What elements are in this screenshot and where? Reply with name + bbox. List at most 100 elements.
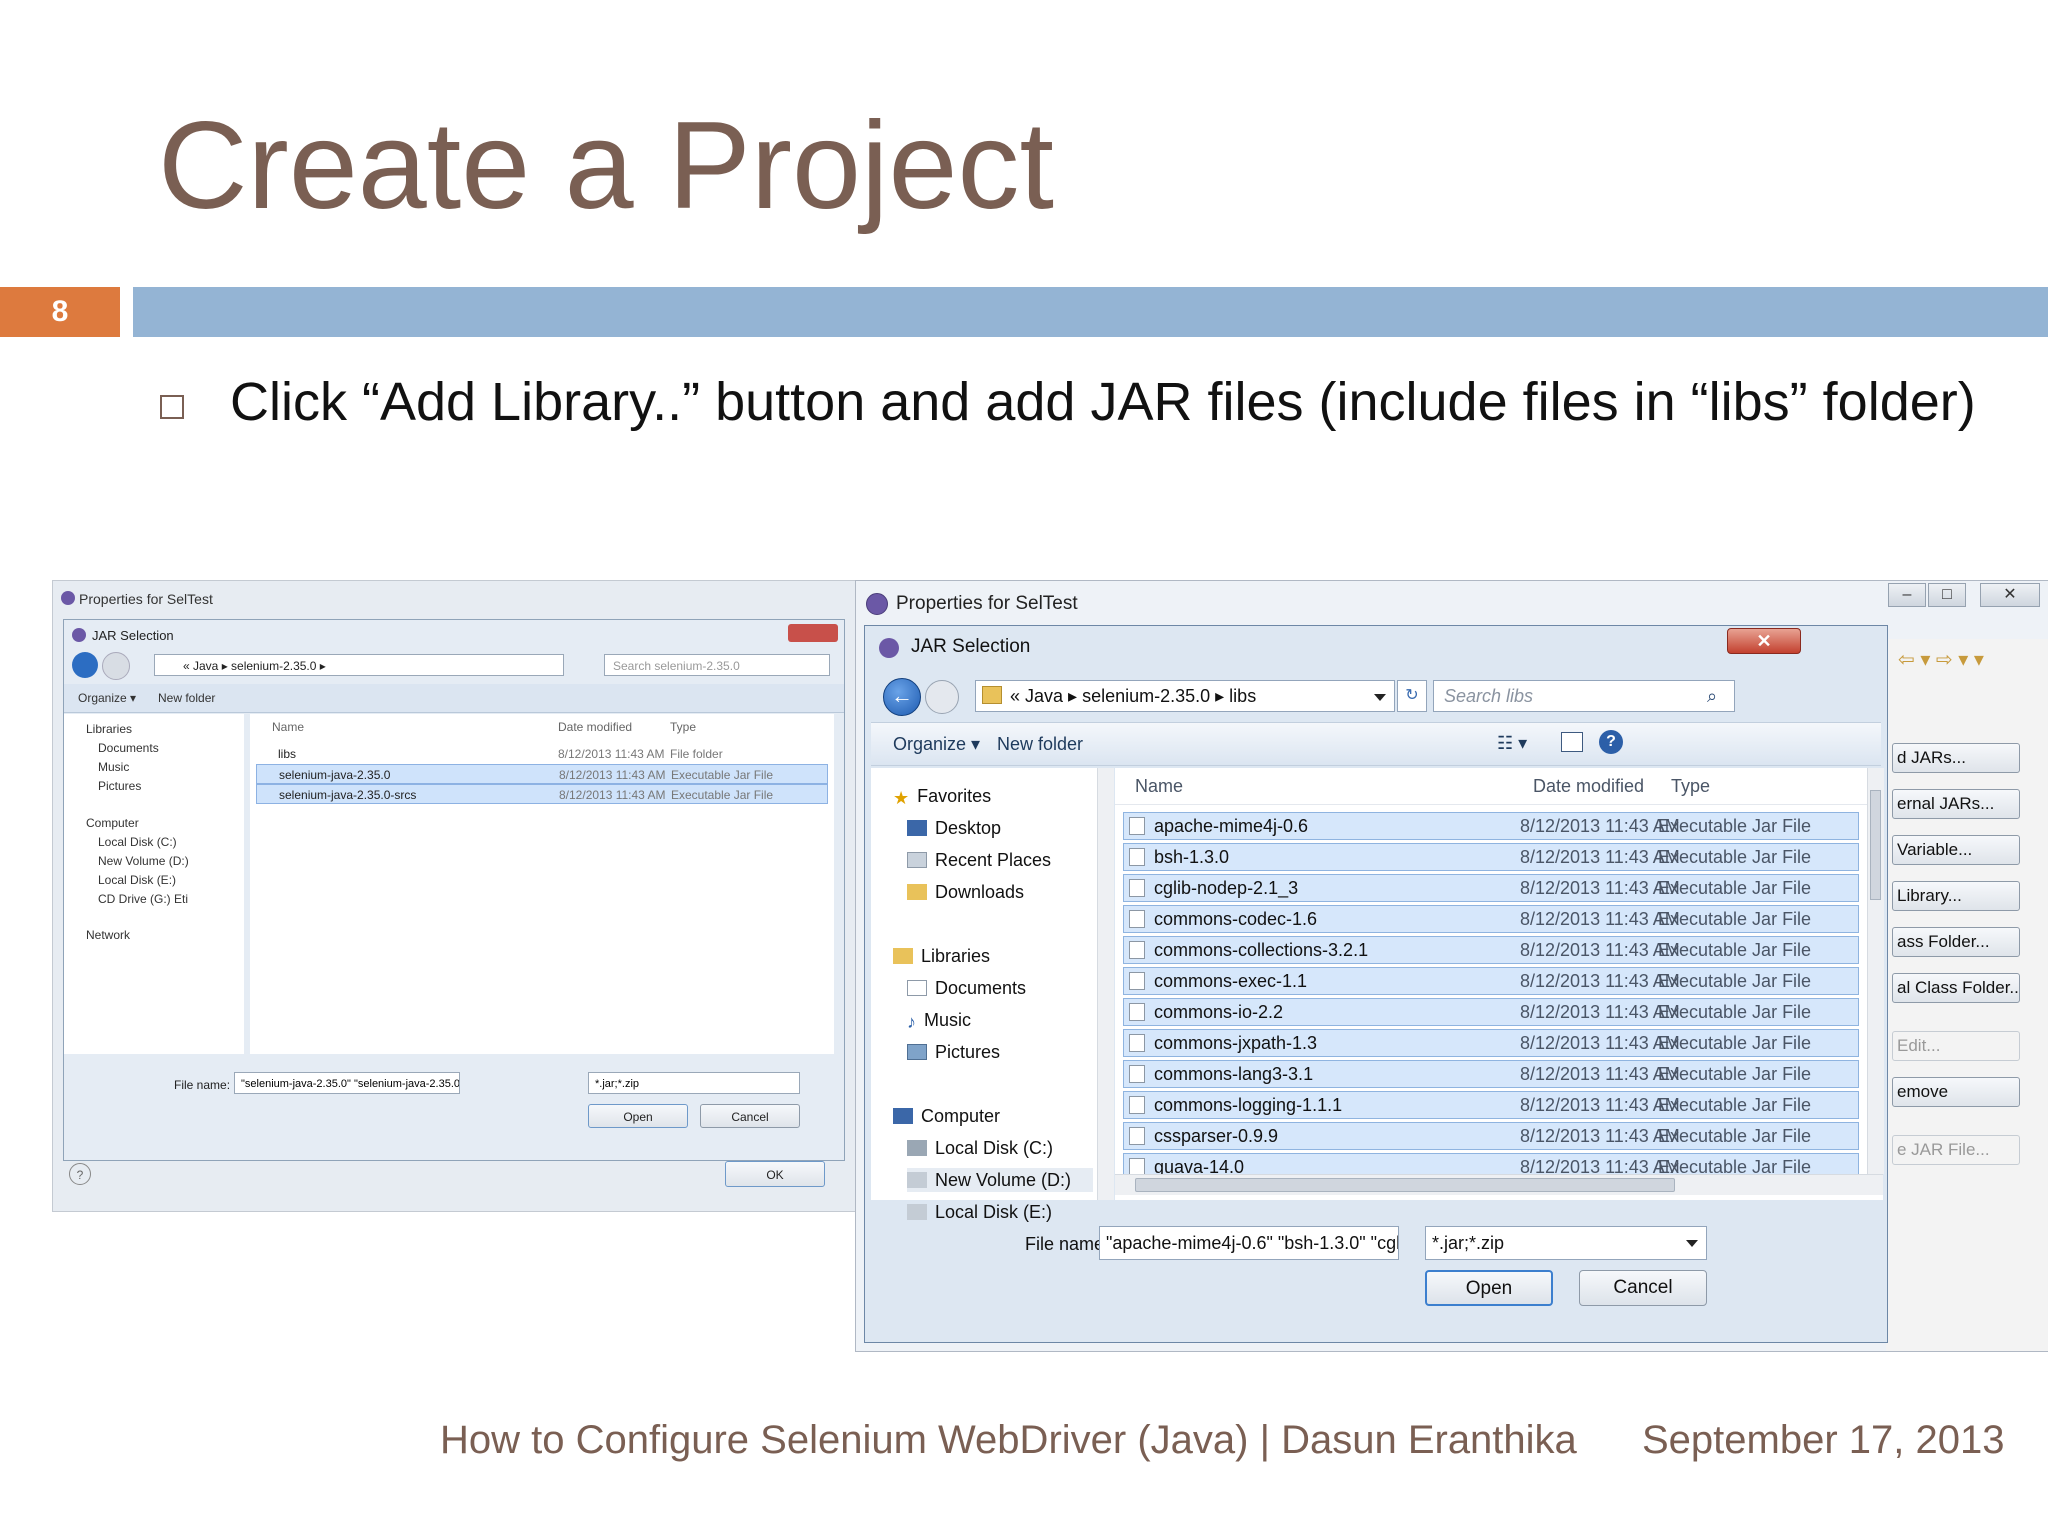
chevron-down-icon[interactable] (1686, 1240, 1698, 1247)
add-library-button[interactable]: Library... (1892, 881, 2020, 911)
jar-selection-dialog: JAR Selection ✕ ← « Java ▸ selenium-2.35… (864, 625, 1888, 1343)
window-close-button[interactable]: ✕ (1980, 583, 2040, 607)
file-type-select[interactable]: *.jar;*.zip (1425, 1226, 1707, 1260)
nav-item[interactable]: Computer (86, 816, 139, 830)
file-row[interactable]: commons-collections-3.2.1 8/12/2013 11:43… (1123, 936, 1859, 964)
forward-arrow-icon[interactable] (925, 680, 959, 714)
nav-new-volume-d[interactable]: New Volume (D:) (907, 1168, 1093, 1192)
nav-music[interactable]: ♪ Music (907, 1008, 971, 1032)
preview-pane-icon[interactable] (1561, 732, 1583, 752)
column-header-name[interactable]: Name (1135, 768, 1183, 804)
refresh-icon[interactable]: ↻ (1397, 680, 1427, 712)
add-external-jars-button[interactable]: ernal JARs... (1892, 789, 2020, 819)
maximize-button[interactable]: □ (1928, 583, 1966, 607)
minimize-button[interactable]: – (1888, 583, 1926, 607)
add-variable-button[interactable]: Variable... (1892, 835, 2020, 865)
nav-local-disk-c[interactable]: Local Disk (C:) (907, 1136, 1053, 1160)
file-type: Executable Jar File (671, 768, 774, 782)
nav-item[interactable]: CD Drive (G:) Eti (98, 892, 188, 906)
file-row[interactable]: apache-mime4j-0.6 8/12/2013 11:43 AM Execu… (1123, 812, 1859, 840)
nav-item[interactable]: Documents (98, 741, 159, 755)
nav-computer[interactable]: Computer (893, 1104, 1000, 1128)
eclipse-icon (61, 591, 75, 605)
nav-favorites[interactable]: ★ Favorites (893, 784, 991, 808)
help-icon[interactable]: ? (1599, 730, 1623, 754)
file-row[interactable]: commons-jxpath-1.3 8/12/2013 11:43 AM Exec… (1123, 1029, 1859, 1057)
new-folder-button[interactable]: New folder (997, 734, 1083, 755)
help-icon[interactable]: ? (69, 1163, 91, 1185)
file-row[interactable]: libs 8/12/2013 11:43 AM File folder (256, 744, 828, 764)
file-name-input[interactable]: "apache-mime4j-0.6" "bsh-1.3.0" "cglib-n… (1099, 1226, 1399, 1260)
add-jars-button[interactable]: d JARs... (1892, 743, 2020, 773)
back-arrow-icon[interactable]: ← (883, 678, 921, 716)
nav-arrows-icon[interactable]: ⇦ ▾ ⇨ ▾ ▾ (1898, 647, 1984, 672)
view-options-icon[interactable]: ☷ ▾ (1497, 733, 1527, 754)
search-input[interactable]: Search selenium-2.35.0 (604, 654, 830, 676)
column-header-name[interactable]: Name (272, 720, 304, 734)
column-header-type[interactable]: Type (670, 720, 696, 734)
forward-button[interactable] (102, 652, 130, 680)
nav-downloads[interactable]: Downloads (907, 880, 1024, 904)
file-list-vertical-scrollbar[interactable] (1867, 768, 1884, 1174)
file-row[interactable]: guava-14.0 8/12/2013 11:43 AM Executable J… (1123, 1153, 1859, 1175)
nav-recent-places[interactable]: Recent Places (907, 848, 1051, 872)
file-row[interactable]: commons-lang3-3.1 8/12/2013 11:43 AM Execu… (1123, 1060, 1859, 1088)
nav-item[interactable]: Network (86, 928, 130, 942)
folder-icon (982, 686, 1002, 704)
nav-item[interactable]: Pictures (98, 779, 141, 793)
new-folder-button[interactable]: New folder (158, 691, 215, 705)
scroll-thumb[interactable] (1870, 790, 1881, 900)
ok-button[interactable]: OK (725, 1161, 825, 1187)
column-header-date[interactable]: Date modified (1533, 768, 1644, 804)
add-class-folder-button[interactable]: ass Folder... (1892, 927, 2020, 957)
file-row[interactable]: cssparser-0.9.9 8/12/2013 11:43 AM Executa… (1123, 1122, 1859, 1150)
chevron-down-icon[interactable] (1374, 694, 1386, 701)
file-name: bsh-1.3.0 (1154, 847, 1230, 867)
file-row[interactable]: commons-exec-1.1 8/12/2013 11:43 AM Execut… (1123, 967, 1859, 995)
address-bar[interactable]: « Java ▸ selenium-2.35.0 ▸ (154, 654, 564, 676)
organize-button[interactable]: Organize ▾ (893, 734, 980, 755)
file-row[interactable]: commons-codec-1.6 8/12/2013 11:43 AM Execu… (1123, 905, 1859, 933)
nav-local-disk-e[interactable]: Local Disk (E:) (907, 1200, 1052, 1224)
nav-item[interactable]: Local Disk (C:) (98, 835, 177, 849)
back-button[interactable] (72, 652, 98, 678)
file-type-select[interactable]: *.jar;*.zip (588, 1072, 800, 1094)
nav-item[interactable]: Local Disk (E:) (98, 873, 176, 887)
file-list-horizontal-scrollbar[interactable] (1115, 1174, 1883, 1195)
file-row[interactable]: cglib-nodep-2.1_3 8/12/2013 11:43 AM Execu… (1123, 874, 1859, 902)
cancel-button[interactable]: Cancel (700, 1104, 800, 1128)
column-header-type[interactable]: Type (1671, 768, 1710, 804)
add-external-class-folder-button[interactable]: al Class Folder... (1892, 973, 2020, 1003)
search-input[interactable]: Search libs (1433, 680, 1735, 712)
nav-scrollbar[interactable] (1097, 768, 1114, 1200)
nav-item[interactable]: New Volume (D:) (98, 854, 189, 868)
open-button[interactable]: Open (1425, 1270, 1553, 1306)
remove-button[interactable]: emove (1892, 1077, 2020, 1107)
nav-pictures[interactable]: Pictures (907, 1040, 1000, 1064)
nav-libraries[interactable]: Libraries (893, 944, 990, 968)
open-button[interactable]: Open (588, 1104, 688, 1128)
cancel-button[interactable]: Cancel (1579, 1270, 1707, 1306)
file-row[interactable]: bsh-1.3.0 8/12/2013 11:43 AM Executable Ja… (1123, 843, 1859, 871)
file-row[interactable]: selenium-java-2.35.0 8/12/2013 11:43 AM … (256, 764, 828, 784)
nav-desktop[interactable]: Desktop (907, 816, 1001, 840)
address-bar[interactable]: « Java ▸ selenium-2.35.0 ▸ libs (975, 680, 1395, 712)
nav-documents[interactable]: Documents (907, 976, 1026, 1000)
downloads-folder-icon (907, 884, 927, 900)
column-header-date[interactable]: Date modified (558, 720, 632, 734)
file-row[interactable]: selenium-java-2.35.0-srcs 8/12/2013 11:4… (256, 784, 828, 804)
nav-label: Recent Places (935, 850, 1052, 870)
edit-button[interactable]: Edit... (1892, 1031, 2020, 1061)
scroll-thumb[interactable] (1135, 1178, 1675, 1192)
organize-button[interactable]: Organize ▾ (78, 691, 136, 705)
nav-item[interactable]: Libraries (86, 722, 132, 736)
file-row[interactable]: commons-logging-1.1.1 8/12/2013 11:43 AM E… (1123, 1091, 1859, 1119)
close-button[interactable]: ✕ (1727, 628, 1801, 654)
file-name-input[interactable]: "selenium-java-2.35.0" "selenium-java-2.… (234, 1072, 460, 1094)
file-row[interactable]: commons-io-2.2 8/12/2013 11:43 AM Executab… (1123, 998, 1859, 1026)
close-button[interactable] (788, 624, 838, 642)
migrate-jar-button[interactable]: e JAR File... (1892, 1135, 2020, 1165)
bullet-text: Click “Add Library..” button and add JAR… (230, 372, 1976, 432)
nav-item[interactable]: Music (98, 760, 129, 774)
nav-label: New Volume (D:) (935, 1170, 1072, 1190)
